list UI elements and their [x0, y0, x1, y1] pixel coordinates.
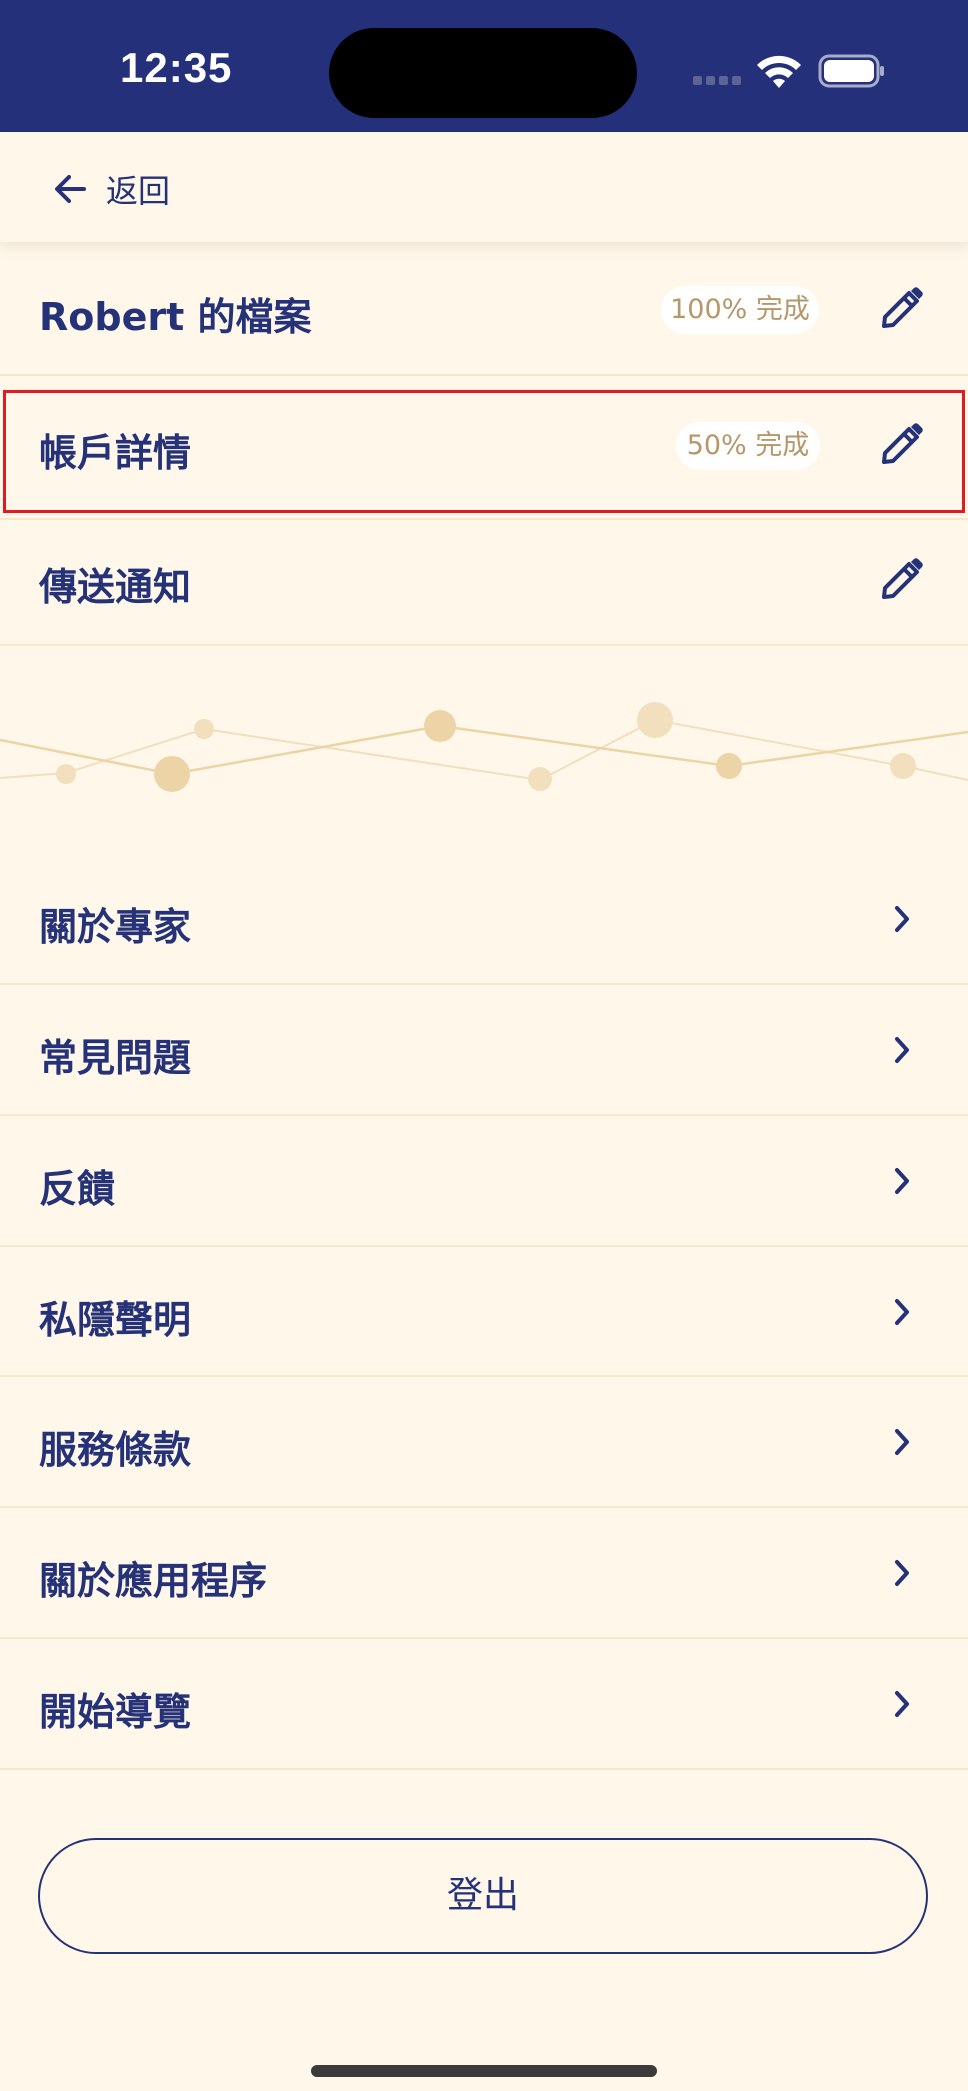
logout-button[interactable]: 登出 [38, 1838, 928, 1954]
chevron-right-icon [895, 906, 909, 932]
back-label: 返回 [106, 172, 171, 210]
completion-badge: 100% 完成 [661, 286, 819, 334]
battery-icon [818, 54, 884, 88]
menu-item-start-tour[interactable]: 開始導覽 [0, 1639, 968, 1770]
pencil-icon[interactable] [880, 422, 924, 466]
back-arrow-icon [55, 175, 86, 203]
menu-item-label: 私隱聲明 [39, 1298, 192, 1342]
decorative-network-graphic [0, 702, 968, 792]
chevron-right-icon [895, 1691, 909, 1717]
menu-item-label: 服務條款 [39, 1428, 192, 1472]
account-details-label: 帳戶詳情 [39, 431, 192, 475]
menu-item-label: 關於專家 [39, 905, 192, 949]
cellular-signal-icon [693, 76, 741, 86]
back-button[interactable]: 返回 [50, 164, 170, 214]
status-time: 12:35 [120, 44, 233, 91]
home-indicator [311, 2065, 657, 2077]
chevron-right-icon [895, 1168, 909, 1194]
notifications-row[interactable]: 傳送通知 [0, 520, 968, 646]
status-bar: 12:35 [0, 0, 968, 132]
chevron-right-icon [895, 1037, 909, 1063]
notifications-label: 傳送通知 [39, 565, 192, 609]
profile-row-label: Robert 的檔案 [39, 295, 312, 339]
menu-item-faq[interactable]: 常見問題 [0, 985, 968, 1116]
menu-item-feedback[interactable]: 反饋 [0, 1116, 968, 1247]
wifi-icon [757, 55, 801, 88]
navigation-header: 返回 [0, 132, 968, 242]
menu-item-label: 常見問題 [39, 1036, 192, 1080]
chevron-right-icon [895, 1429, 909, 1455]
menu-item-privacy[interactable]: 私隱聲明 [0, 1247, 968, 1377]
menu-item-label: 開始導覽 [39, 1690, 192, 1734]
pencil-icon[interactable] [880, 286, 924, 330]
dynamic-island [329, 28, 637, 118]
menu-item-label: 關於應用程序 [39, 1559, 268, 1603]
menu-item-about-experts[interactable]: 關於專家 [0, 854, 968, 985]
menu-item-about-app[interactable]: 關於應用程序 [0, 1508, 968, 1639]
chevron-right-icon [895, 1299, 909, 1325]
profile-row[interactable]: Robert 的檔案 100% 完成 [0, 242, 968, 376]
menu-item-label: 反饋 [39, 1167, 116, 1211]
completion-badge: 50% 完成 [676, 422, 820, 470]
account-details-row[interactable]: 帳戶詳情 50% 完成 [0, 378, 968, 520]
chevron-right-icon [895, 1560, 909, 1586]
menu-item-terms[interactable]: 服務條款 [0, 1377, 968, 1508]
settings-screen: 12:35 返回 Robert 的檔案 100% 完成 帳戶詳情 50% 完成 … [0, 0, 968, 2091]
pencil-icon[interactable] [880, 557, 924, 601]
